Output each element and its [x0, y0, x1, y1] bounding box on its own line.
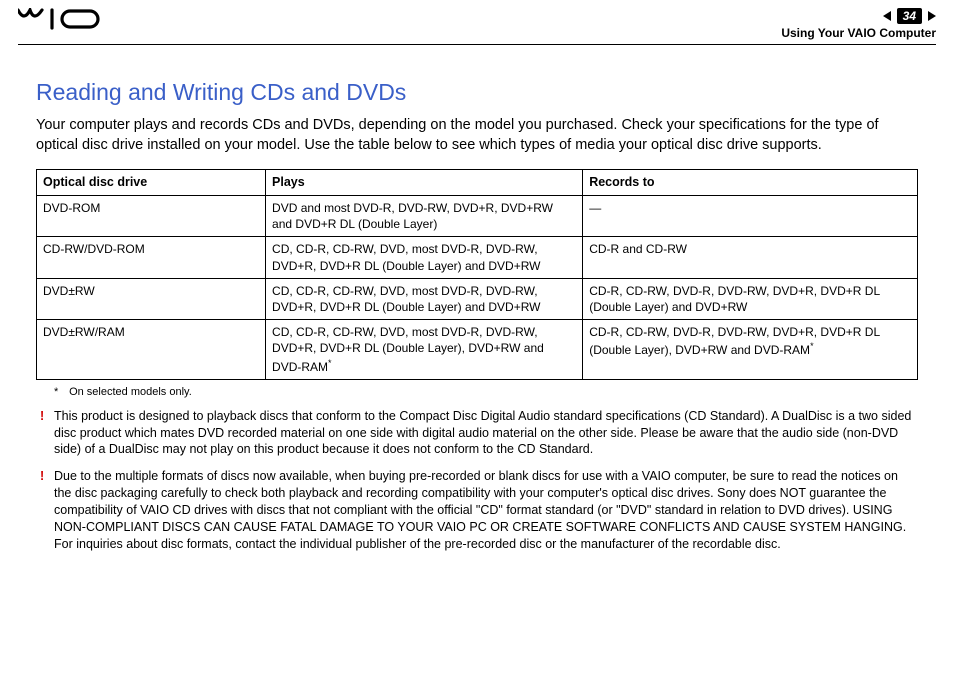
header-divider	[18, 44, 936, 45]
cell-drive: CD-RW/DVD-ROM	[37, 237, 266, 278]
col-header-plays: Plays	[266, 170, 583, 196]
warning-note: Due to the multiple formats of discs now…	[54, 468, 918, 552]
table-row: DVD-ROM DVD and most DVD-R, DVD-RW, DVD+…	[37, 196, 918, 237]
cell-records: CD-R, CD-RW, DVD-R, DVD-RW, DVD+R, DVD+R…	[583, 320, 918, 380]
page-header: 34 Using Your VAIO Computer	[0, 0, 954, 40]
section-label: Using Your VAIO Computer	[781, 26, 936, 40]
cell-text: CD-R, CD-RW, DVD-R, DVD-RW, DVD+R, DVD+R…	[589, 325, 879, 357]
warning-note: This product is designed to playback dis…	[54, 408, 918, 459]
cell-drive: DVD±RW	[37, 278, 266, 319]
cell-records: —	[583, 196, 918, 237]
cell-records: CD-R, CD-RW, DVD-R, DVD-RW, DVD+R, DVD+R…	[583, 278, 918, 319]
prev-page-arrow-icon[interactable]	[883, 11, 891, 21]
page-number-badge: 34	[897, 8, 922, 24]
asterisk-icon: *	[810, 341, 814, 351]
cell-drive: DVD±RW/RAM	[37, 320, 266, 380]
cell-records: CD-R and CD-RW	[583, 237, 918, 278]
table-row: DVD±RW CD, CD-R, CD-RW, DVD, most DVD-R,…	[37, 278, 918, 319]
page-navigation: 34	[883, 8, 936, 24]
next-page-arrow-icon[interactable]	[928, 11, 936, 21]
vaio-logo	[18, 8, 110, 30]
table-row: CD-RW/DVD-ROM CD, CD-R, CD-RW, DVD, most…	[37, 237, 918, 278]
cell-plays: CD, CD-R, CD-RW, DVD, most DVD-R, DVD-RW…	[266, 320, 583, 380]
cell-drive: DVD-ROM	[37, 196, 266, 237]
table-header-row: Optical disc drive Plays Records to	[37, 170, 918, 196]
cell-plays: CD, CD-R, CD-RW, DVD, most DVD-R, DVD-RW…	[266, 237, 583, 278]
intro-paragraph: Your computer plays and records CDs and …	[36, 116, 918, 155]
col-header-records: Records to	[583, 170, 918, 196]
page-title: Reading and Writing CDs and DVDs	[36, 79, 918, 106]
asterisk-icon: *	[328, 358, 332, 368]
media-support-table: Optical disc drive Plays Records to DVD-…	[36, 169, 918, 380]
footnote-mark: *	[54, 386, 66, 398]
cell-plays: CD, CD-R, CD-RW, DVD, most DVD-R, DVD-RW…	[266, 278, 583, 319]
table-footnote: * On selected models only.	[54, 386, 918, 398]
cell-plays: DVD and most DVD-R, DVD-RW, DVD+R, DVD+R…	[266, 196, 583, 237]
cell-text: CD, CD-R, CD-RW, DVD, most DVD-R, DVD-RW…	[272, 325, 544, 373]
page-content: Reading and Writing CDs and DVDs Your co…	[0, 79, 954, 553]
table-row: DVD±RW/RAM CD, CD-R, CD-RW, DVD, most DV…	[37, 320, 918, 380]
col-header-drive: Optical disc drive	[37, 170, 266, 196]
footnote-text: On selected models only.	[69, 386, 192, 398]
